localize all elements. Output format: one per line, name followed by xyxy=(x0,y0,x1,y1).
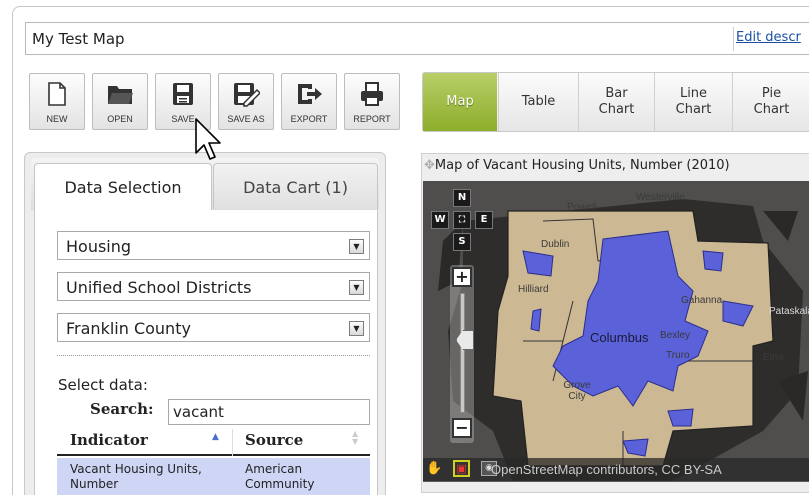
tab-pie-chart-label: Pie Chart xyxy=(753,86,790,117)
new-button[interactable]: NEW xyxy=(29,73,85,130)
place-label: Truro xyxy=(666,350,690,361)
report-button-label: REPORT xyxy=(353,114,391,124)
zoom-out-button[interactable]: − xyxy=(452,418,472,438)
tab-map[interactable]: Map xyxy=(423,73,497,131)
pan-west-button[interactable]: W xyxy=(431,211,449,229)
map-attribution: OpenStreetMap contributors, CC BY-SA xyxy=(491,462,722,477)
tab-bar-chart[interactable]: Bar Chart xyxy=(578,73,654,131)
place-label: Grove City xyxy=(563,380,591,402)
select-data-label: Select data: xyxy=(58,376,148,394)
select-tool-icon[interactable]: ▣ xyxy=(453,460,470,477)
printer-icon xyxy=(361,82,383,106)
pan-south-button[interactable]: S xyxy=(453,233,471,251)
export-icon xyxy=(298,84,322,104)
place-label: Dublin xyxy=(541,239,570,250)
place-label-columbus: Columbus xyxy=(590,330,649,345)
save-as-button-label: SAVE AS xyxy=(227,114,265,124)
edit-description-link[interactable]: Edit descr xyxy=(733,27,801,51)
pan-north-button[interactable]: N xyxy=(453,189,471,207)
topic-select-value: Housing xyxy=(66,237,132,256)
move-icon[interactable]: ✥ xyxy=(424,158,435,173)
floppy-disk-icon xyxy=(173,83,193,105)
column-header-indicator[interactable]: Indicator xyxy=(70,431,148,449)
topic-select[interactable]: Housing ▼ xyxy=(57,231,370,260)
save-as-icon xyxy=(234,83,260,107)
tab-pie-chart[interactable]: Pie Chart xyxy=(732,73,809,131)
chevron-down-icon: ▼ xyxy=(349,239,364,254)
place-label: Pataskala xyxy=(769,306,809,317)
folder-icon xyxy=(108,86,133,104)
tab-data-selection[interactable]: Data Selection xyxy=(34,163,212,211)
save-as-button[interactable]: SAVE AS xyxy=(218,73,274,130)
mouse-cursor-icon xyxy=(195,118,221,160)
chevron-down-icon: ▼ xyxy=(349,280,364,295)
export-button[interactable]: EXPORT xyxy=(281,73,337,130)
place-label: Bexley xyxy=(660,330,691,341)
place-label: Hilliard xyxy=(518,284,549,295)
geography-select[interactable]: Unified School Districts ▼ xyxy=(57,272,370,301)
map-title-input[interactable]: My Test Map xyxy=(25,22,809,55)
pan-hand-icon[interactable]: ✋ xyxy=(426,461,442,477)
place-label: Etna xyxy=(763,352,784,363)
sort-asc-icon[interactable]: ▲ xyxy=(212,432,219,442)
source-cell: American Community xyxy=(245,462,315,491)
new-document-icon xyxy=(48,82,66,106)
zoom-slider-track[interactable] xyxy=(460,293,465,413)
pan-east-button[interactable]: E xyxy=(475,211,493,229)
column-header-source[interactable]: Source xyxy=(245,431,303,449)
open-button[interactable]: OPEN xyxy=(92,73,148,130)
search-input[interactable]: vacant xyxy=(168,399,370,425)
place-label: Gahanna xyxy=(681,295,723,306)
area-select[interactable]: Franklin County ▼ xyxy=(57,313,370,342)
map-title-text: Map of Vacant Housing Units, Number (201… xyxy=(434,158,730,173)
tab-line-chart[interactable]: Line Chart xyxy=(654,73,732,131)
place-label: Westerville xyxy=(636,192,685,203)
tab-bar-chart-label: Bar Chart xyxy=(598,86,635,117)
new-button-label: NEW xyxy=(46,114,68,124)
place-label: Powell xyxy=(567,202,597,213)
open-button-label: OPEN xyxy=(107,114,133,124)
export-button-label: EXPORT xyxy=(290,114,328,124)
map-title: ✥Map of Vacant Housing Units, Number (20… xyxy=(424,158,730,173)
report-button[interactable]: REPORT xyxy=(344,73,400,130)
geography-select-value: Unified School Districts xyxy=(66,278,252,297)
zoom-extent-icon[interactable]: ⛶ xyxy=(453,211,471,229)
tab-table[interactable]: Table xyxy=(498,73,578,131)
tab-line-chart-label: Line Chart xyxy=(675,86,712,117)
column-divider xyxy=(232,429,233,456)
chevron-down-icon: ▼ xyxy=(349,321,364,336)
divider xyxy=(57,355,370,356)
sort-both-icon[interactable]: ▲ ▼ xyxy=(352,430,358,446)
search-label: Search: xyxy=(90,400,154,418)
tab-data-cart[interactable]: Data Cart (1) xyxy=(213,163,378,209)
indicator-cell: Vacant Housing Units, Number xyxy=(70,462,202,491)
area-select-value: Franklin County xyxy=(66,319,191,338)
zoom-in-button[interactable]: + xyxy=(452,267,472,287)
